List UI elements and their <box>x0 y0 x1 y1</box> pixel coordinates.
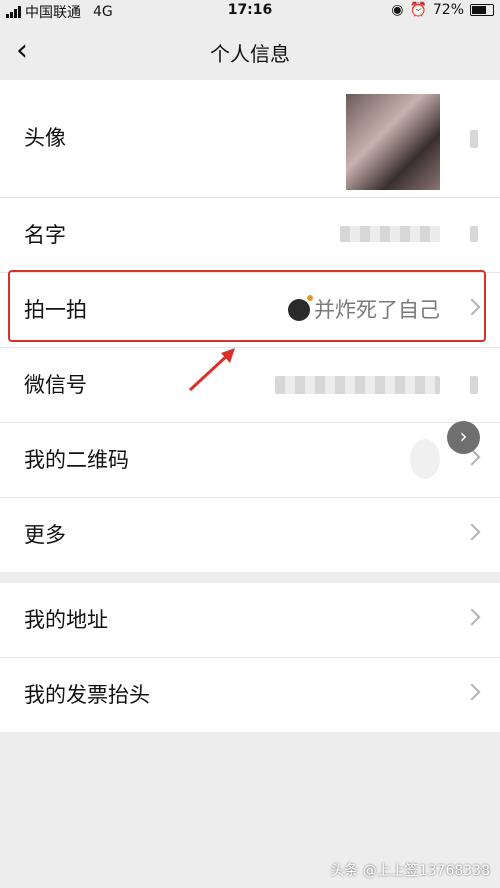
invoice-row[interactable]: 我的发票抬头 <box>0 658 500 732</box>
chevron-right-icon: › <box>459 424 468 448</box>
wechat-id-row[interactable]: 微信号 <box>0 348 500 423</box>
wechat-id-label: 微信号 <box>24 373 87 397</box>
address-row[interactable]: 我的地址 <box>0 583 500 658</box>
arrow-annotation-icon <box>188 348 235 392</box>
highlight-box <box>8 270 486 342</box>
wechat-id-value-blurred <box>275 376 440 394</box>
more-label: 更多 <box>24 523 66 547</box>
other-group: 我的地址 我的发票抬头 <box>0 583 500 732</box>
qrcode-row[interactable]: 我的二维码 <box>0 423 500 498</box>
chevron-right-icon <box>470 226 478 242</box>
name-value-blurred <box>340 226 440 242</box>
address-label: 我的地址 <box>24 608 108 632</box>
chevron-right-icon <box>470 130 478 148</box>
watermark: 头条 @上上签13768338 <box>330 863 490 879</box>
alarm-icon: ⏰ <box>409 2 427 18</box>
chevron-right-icon <box>463 523 481 541</box>
name-row[interactable]: 名字 <box>0 198 500 273</box>
qrcode-icon <box>410 439 440 479</box>
invoice-label: 我的发票抬头 <box>24 683 150 707</box>
battery-icon <box>470 4 494 16</box>
lock-rotation-icon: ◉ <box>391 2 404 18</box>
navigation-bar: ‹ 个人信息 <box>0 22 500 80</box>
name-label: 名字 <box>24 223 66 247</box>
chevron-right-icon <box>463 683 481 701</box>
avatar-row[interactable]: 头像 <box>0 80 500 198</box>
avatar-label: 头像 <box>24 126 66 150</box>
more-row[interactable]: 更多 <box>0 498 500 572</box>
chevron-right-icon <box>470 376 478 394</box>
page-title: 个人信息 <box>210 42 290 66</box>
avatar <box>346 94 440 190</box>
status-bar: 中国联通 4G 17:16 ◉ ⏰ 72% <box>0 0 500 22</box>
battery-percent: 72% <box>432 2 464 18</box>
qrcode-label: 我的二维码 <box>24 448 129 472</box>
floating-chevron-button[interactable]: › <box>447 421 480 454</box>
chevron-right-icon <box>463 608 481 626</box>
